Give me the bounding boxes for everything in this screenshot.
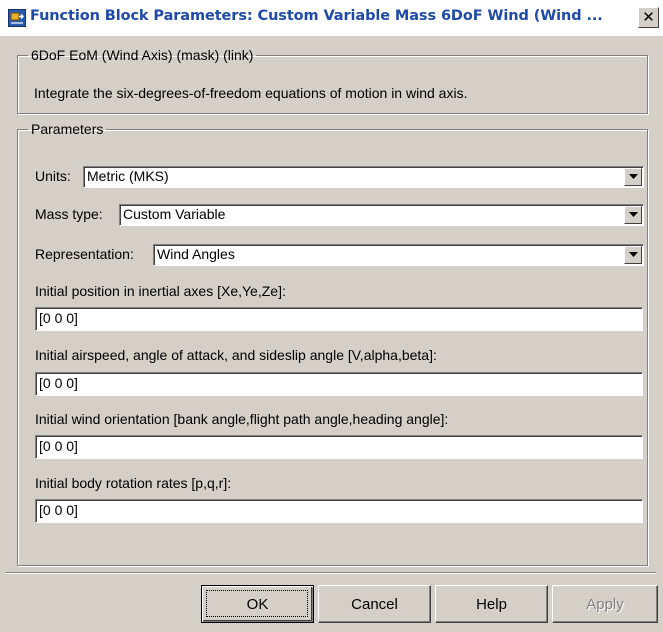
parameters-legend: Parameters <box>31 121 104 137</box>
ok-button[interactable]: OK <box>201 585 314 623</box>
initial-orientation-label: Initial wind orientation [bank angle,fli… <box>35 411 449 427</box>
units-label: Units: <box>35 168 71 184</box>
mass-type-dropdown-button[interactable] <box>624 206 642 224</box>
mass-type-label: Mass type: <box>35 206 103 222</box>
apply-button[interactable]: Apply <box>552 585 658 623</box>
initial-rates-field[interactable]: [0 0 0] <box>35 499 643 523</box>
initial-orientation-field[interactable]: [0 0 0] <box>35 435 643 459</box>
initial-airspeed-label: Initial airspeed, angle of attack, and s… <box>35 347 437 363</box>
units-dropdown-button[interactable] <box>624 168 642 186</box>
cancel-button-label: Cancel <box>351 595 398 613</box>
initial-rates-label: Initial body rotation rates [p,q,r]: <box>35 475 232 491</box>
chevron-down-icon <box>628 212 638 217</box>
description-group: 6DoF EoM (Wind Axis) (mask) (link) <box>17 47 648 114</box>
representation-dropdown-button[interactable] <box>624 246 642 264</box>
representation-label: Representation: <box>35 246 134 262</box>
units-select[interactable]: Metric (MKS) <box>83 166 644 188</box>
mass-type-value: Custom Variable <box>123 206 226 222</box>
block-description: Integrate the six-degrees-of-freedom equ… <box>34 85 468 101</box>
title-bar[interactable]: Function Block Parameters: Custom Variab… <box>0 0 663 36</box>
cancel-button[interactable]: Cancel <box>318 585 431 623</box>
initial-position-label: Initial position in inertial axes [Xe,Ye… <box>35 283 286 299</box>
chevron-down-icon <box>628 174 638 179</box>
apply-button-label: Apply <box>586 595 624 613</box>
help-button-label: Help <box>476 595 507 613</box>
close-button[interactable]: ✕ <box>638 7 659 28</box>
initial-airspeed-field[interactable]: [0 0 0] <box>35 372 643 396</box>
chevron-down-icon <box>628 252 638 257</box>
help-button[interactable]: Help <box>435 585 548 623</box>
initial-position-field[interactable]: [0 0 0] <box>35 307 643 331</box>
close-icon: ✕ <box>642 8 655 26</box>
simulink-block-icon <box>8 9 26 27</box>
window-title: Function Block Parameters: Custom Variab… <box>30 8 603 24</box>
units-value: Metric (MKS) <box>87 168 169 184</box>
representation-value: Wind Angles <box>157 246 235 262</box>
focus-rectangle <box>206 590 308 617</box>
representation-select[interactable]: Wind Angles <box>153 244 644 266</box>
description-legend: 6DoF EoM (Wind Axis) (mask) (link) <box>31 47 254 63</box>
mass-type-select[interactable]: Custom Variable <box>119 204 644 226</box>
button-separator <box>6 572 656 574</box>
dialog-window: Function Block Parameters: Custom Variab… <box>0 0 663 632</box>
